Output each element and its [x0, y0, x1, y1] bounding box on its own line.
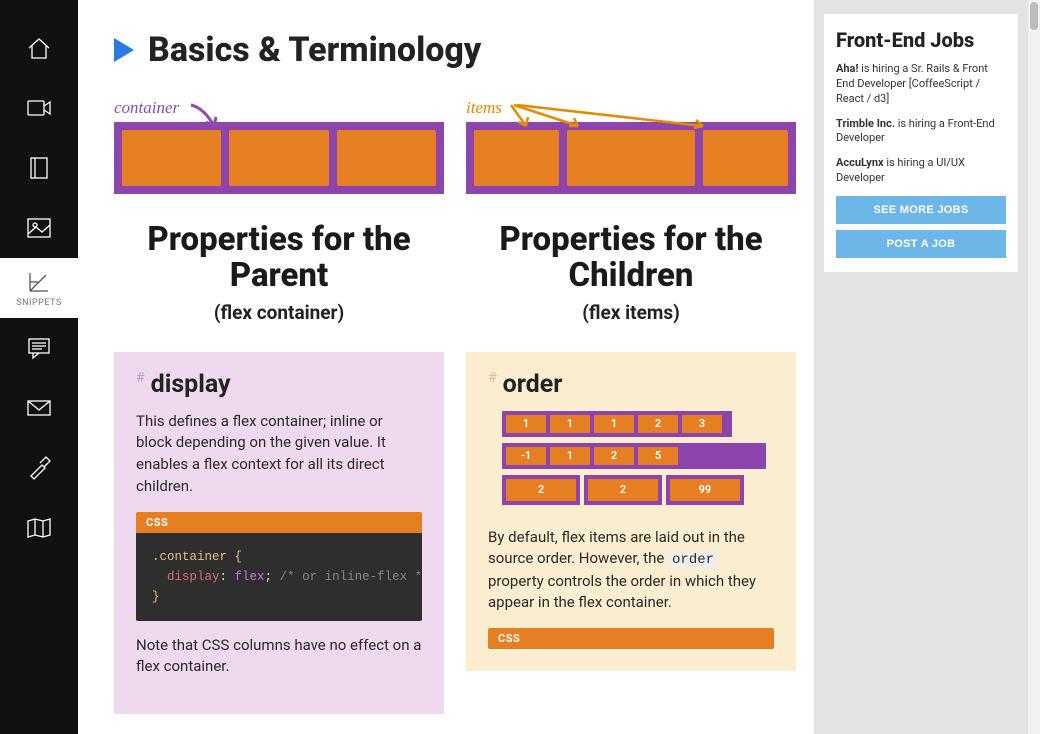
order-row: 1 1 1 2 3	[502, 411, 732, 437]
order-code-inline: order	[668, 551, 718, 569]
display-panel: #display This defines a flex container; …	[114, 352, 444, 715]
nav-book[interactable]	[0, 138, 78, 198]
job-listing[interactable]: Trimble Inc. is hiring a Front-End Devel…	[836, 117, 1006, 147]
order-heading: #order	[488, 370, 774, 399]
hammer-icon	[26, 455, 52, 481]
order-cell: 2	[588, 479, 658, 501]
scrollbar[interactable]	[1028, 0, 1040, 734]
order-description: By default, flex items are laid out in t…	[488, 527, 774, 615]
map-icon	[25, 516, 53, 540]
jobs-title: Front-End Jobs	[836, 28, 1006, 52]
parent-column: container Properties for the Parent (fle…	[114, 98, 444, 714]
flex-item	[337, 130, 436, 186]
order-col: 2 2 99	[502, 475, 744, 511]
arrow-items-icon	[508, 102, 718, 142]
triangle-icon	[114, 38, 134, 62]
order-row: -1 1 2 5	[502, 443, 766, 469]
video-icon	[25, 96, 53, 120]
nav-map[interactable]	[0, 498, 78, 558]
order-cell: -1	[506, 447, 546, 465]
arrow-container-icon	[186, 100, 236, 140]
chat-icon	[26, 336, 52, 360]
jobs-sidebar: Front-End Jobs Aha! is hiring a Sr. Rail…	[814, 0, 1028, 734]
nav-forums[interactable]	[0, 318, 78, 378]
nav-newsletter[interactable]	[0, 378, 78, 438]
order-cell: 2	[594, 447, 634, 465]
code-label: CSS	[136, 512, 422, 533]
display-note: Note that CSS columns have no effect on …	[136, 635, 422, 679]
section-title: Basics & Terminology	[148, 30, 481, 70]
order-cell: 2	[638, 415, 678, 433]
display-heading: #display	[136, 370, 422, 399]
snippets-icon	[26, 269, 52, 295]
flex-item	[229, 130, 328, 186]
order-cell: 3	[682, 415, 722, 433]
order-row: 2	[584, 475, 662, 505]
image-icon	[25, 216, 53, 240]
jobs-box: Front-End Jobs Aha! is hiring a Sr. Rail…	[824, 14, 1018, 272]
parent-title: Properties for the Parent	[114, 222, 444, 295]
order-cell: 2	[506, 479, 576, 501]
sidebar: SNIPPETS	[0, 0, 78, 734]
display-code: .container { display: flex; /* or inline…	[136, 533, 422, 621]
order-panel: #order 1 1 1 2 3 -1 1 2 5	[466, 352, 796, 672]
nav-snippets-label: SNIPPETS	[16, 298, 61, 308]
terminology-columns: container Properties for the Parent (fle…	[114, 98, 800, 714]
mail-icon	[25, 398, 53, 418]
nav-jobs[interactable]	[0, 438, 78, 498]
container-label: container	[114, 98, 444, 118]
main-content: Basics & Terminology container Propertie…	[78, 0, 800, 734]
book-icon	[26, 154, 52, 182]
section-heading: Basics & Terminology	[114, 30, 800, 70]
order-heading-text: order	[503, 370, 563, 399]
order-diagram: 1 1 1 2 3 -1 1 2 5 2 2	[488, 411, 774, 511]
nav-videos[interactable]	[0, 78, 78, 138]
code-label: CSS	[488, 628, 774, 649]
display-codebox: CSS .container { display: flex; /* or in…	[136, 512, 422, 621]
order-codebox: CSS	[488, 628, 774, 649]
children-subtitle: (flex items)	[466, 301, 796, 324]
parent-subtitle: (flex container)	[114, 301, 444, 324]
order-cell: 1	[550, 447, 590, 465]
children-column: items Properties for the Children (flex …	[466, 98, 796, 714]
post-a-job-button[interactable]: POST A JOB	[836, 230, 1006, 258]
nav-gallery[interactable]	[0, 198, 78, 258]
order-cell: 5	[638, 447, 678, 465]
see-more-jobs-button[interactable]: SEE MORE JOBS	[836, 196, 1006, 224]
display-heading-text: display	[151, 370, 231, 399]
job-listing[interactable]: Aha! is hiring a Sr. Rails & Front End D…	[836, 62, 1006, 107]
order-cell: 99	[670, 479, 740, 501]
nav-home[interactable]	[0, 18, 78, 78]
home-icon	[25, 34, 53, 62]
display-description: This defines a flex container; inline or…	[136, 411, 422, 498]
order-cell: 1	[594, 415, 634, 433]
scrollbar-thumb[interactable]	[1030, 2, 1038, 30]
order-cell: 1	[506, 415, 546, 433]
job-listing[interactable]: AccuLynx is hiring a UI/UX Developer	[836, 156, 1006, 186]
children-title: Properties for the Children	[466, 222, 796, 295]
container-diagram	[114, 122, 444, 194]
order-cell: 1	[550, 415, 590, 433]
order-row: 99	[666, 475, 744, 505]
order-row: 2	[502, 475, 580, 505]
nav-snippets[interactable]: SNIPPETS	[0, 258, 78, 318]
